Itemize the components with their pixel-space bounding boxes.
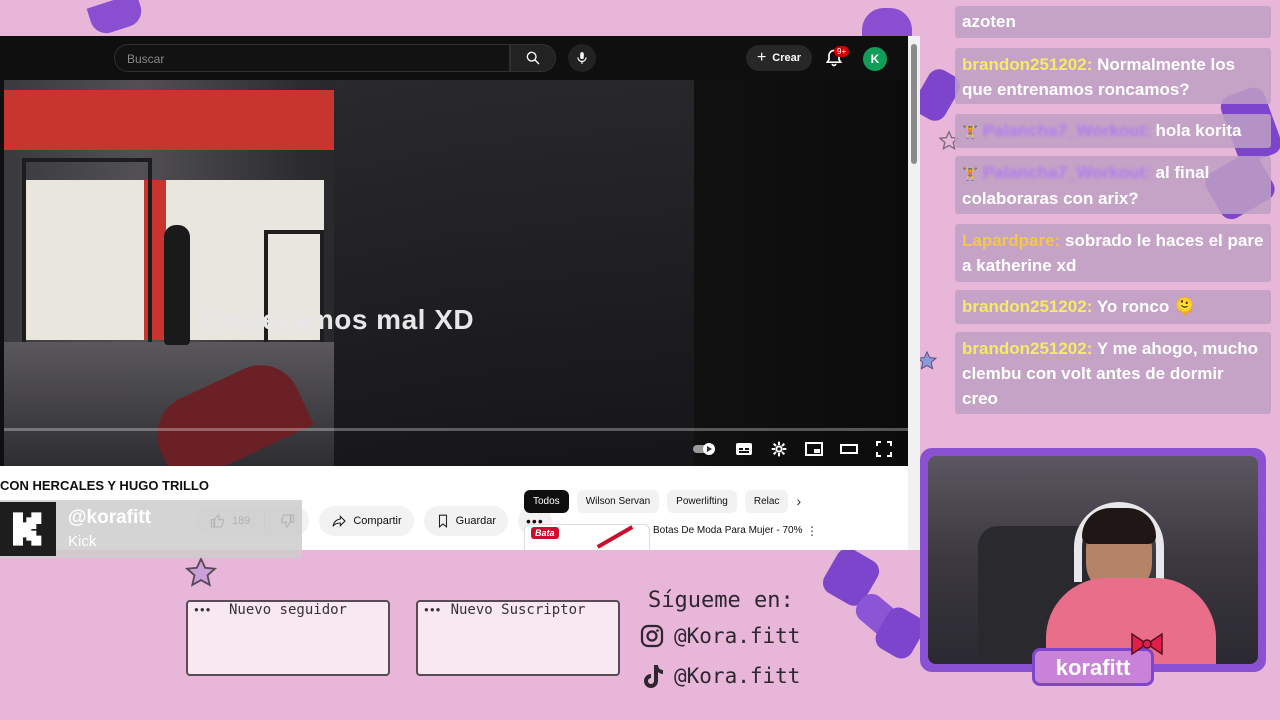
tiktok-row: @Kora.fitt [640, 663, 800, 689]
search-input[interactable]: Buscar [114, 44, 510, 72]
tiktok-icon [644, 665, 663, 688]
kick-logo-icon [0, 502, 56, 556]
star-icon [184, 556, 218, 587]
player-controls [692, 437, 893, 461]
webcam-feed [928, 456, 1258, 664]
chip-wilson-servan[interactable]: Wilson Servan [576, 490, 660, 513]
kick-label: Kick [68, 533, 97, 550]
new-subscriber-title: Nuevo Suscriptor [450, 602, 586, 618]
fullscreen-icon [876, 441, 892, 457]
chat-username: Palancha7_Workout: [982, 163, 1151, 182]
rec-thumb-stripe [596, 525, 634, 549]
chevron-right-icon[interactable]: › [796, 490, 801, 513]
chat-username: brandon251202: [962, 339, 1093, 358]
subtitles-icon [736, 443, 752, 455]
theater-button[interactable] [840, 441, 858, 457]
chat-message: Lapardpare: sobrado le haces el pare a k… [955, 224, 1271, 282]
chat-badge-icon: 🏋 [962, 124, 979, 139]
mic-icon [577, 52, 587, 64]
share-button[interactable]: Compartir [319, 506, 414, 536]
kick-handle: @korafitt [68, 507, 151, 528]
video-subtitle: Empezamos mal XD [200, 304, 475, 335]
share-icon [332, 515, 347, 527]
chat-text: Yo ronco 🫠 [1096, 297, 1196, 316]
rec-brand-logo: Bata [531, 527, 559, 539]
notification-badge: 9+ [834, 46, 850, 57]
kick-k-icon [13, 512, 42, 546]
video-title: CON HERCALES Y HUGO TRILLO [0, 478, 209, 493]
instagram-row: @Kora.fitt [640, 624, 800, 648]
hair [1082, 508, 1156, 544]
plus-icon: + [756, 49, 767, 66]
chat-message: 🏋 Palancha7_Workout: hola korita [955, 114, 1271, 148]
youtube-topbar: Buscar + Crear 9+ K [0, 36, 908, 80]
search-button[interactable] [510, 44, 556, 72]
scrollbar-thumb[interactable] [911, 44, 917, 164]
fullscreen-button[interactable] [875, 441, 893, 457]
save-button[interactable]: Guardar [423, 506, 509, 536]
person-silhouette [164, 225, 190, 345]
instagram-handle: @Kora.fitt [674, 624, 801, 648]
search-icon [526, 51, 540, 65]
tiktok-handle: @Kora.fitt [674, 664, 801, 688]
foreground-blur [334, 80, 694, 466]
new-follower-box: ●●● Nuevo seguidor [186, 600, 390, 676]
chat-message: 🏋 Palancha7_Workout: al final colaborara… [955, 156, 1271, 214]
share-label: Compartir [353, 515, 402, 527]
chat-text: azoten [962, 12, 1016, 31]
chat-message: brandon251202: Normalmente los que entre… [955, 48, 1271, 104]
recommendation-title[interactable]: Botas De Moda Para Mujer - 70% [653, 524, 813, 538]
miniplayer-icon [805, 442, 823, 456]
chat-username: brandon251202: [962, 55, 1093, 74]
chat-text: hola korita [1155, 121, 1242, 140]
theater-icon [840, 444, 858, 454]
recommendation-chips: Todos Wilson Servan Powerlifting Relac › [524, 490, 801, 513]
bow-icon [1131, 632, 1163, 656]
voice-search-button[interactable] [568, 44, 596, 72]
subtitles-button[interactable] [735, 441, 753, 457]
new-subscriber-box: ●●● Nuevo Suscriptor [416, 600, 620, 676]
recommendation-thumbnail[interactable]: Bata [524, 524, 650, 550]
chip-powerlifting[interactable]: Powerlifting [667, 490, 737, 513]
decor-blob [86, 0, 146, 38]
new-follower-title: Nuevo seguidor [228, 602, 347, 618]
chip-all[interactable]: Todos [524, 490, 569, 513]
settings-button[interactable] [770, 441, 788, 457]
youtube-window: Buscar + Crear 9+ K Empezamos mal XD CON… [0, 36, 920, 550]
autoplay-toggle[interactable] [692, 441, 718, 457]
gym-wall [4, 90, 334, 150]
chat-message: brandon251202: Y me ahogo, mucho clembu … [955, 332, 1271, 414]
avatar[interactable]: K [863, 47, 887, 71]
chip-related[interactable]: Relac [744, 490, 789, 513]
autoplay-toggle-icon [693, 443, 715, 455]
create-label: Crear [772, 52, 802, 64]
chat-message-partial: azoten [955, 6, 1271, 38]
gear-icon [771, 441, 787, 457]
video-progress-bar[interactable] [4, 428, 908, 431]
chat-message: brandon251202: Yo ronco 🫠 [955, 290, 1271, 324]
create-button[interactable]: + Crear [746, 45, 812, 71]
follow-me-title: Sígueme en: [648, 588, 794, 613]
save-label: Guardar [455, 515, 497, 527]
video-player[interactable] [4, 80, 908, 466]
chat-badge-icon: 🏋 [962, 166, 979, 181]
instagram-icon [640, 624, 664, 648]
rec-menu-icon[interactable]: ⋮ [806, 524, 818, 538]
bookmark-icon [438, 514, 447, 528]
chat-username: Lapardpare: [962, 231, 1061, 250]
miniplayer-button[interactable] [805, 441, 823, 457]
chat-username: Palancha7_Workout: [982, 121, 1151, 140]
chat-username: brandon251202: [962, 297, 1093, 316]
